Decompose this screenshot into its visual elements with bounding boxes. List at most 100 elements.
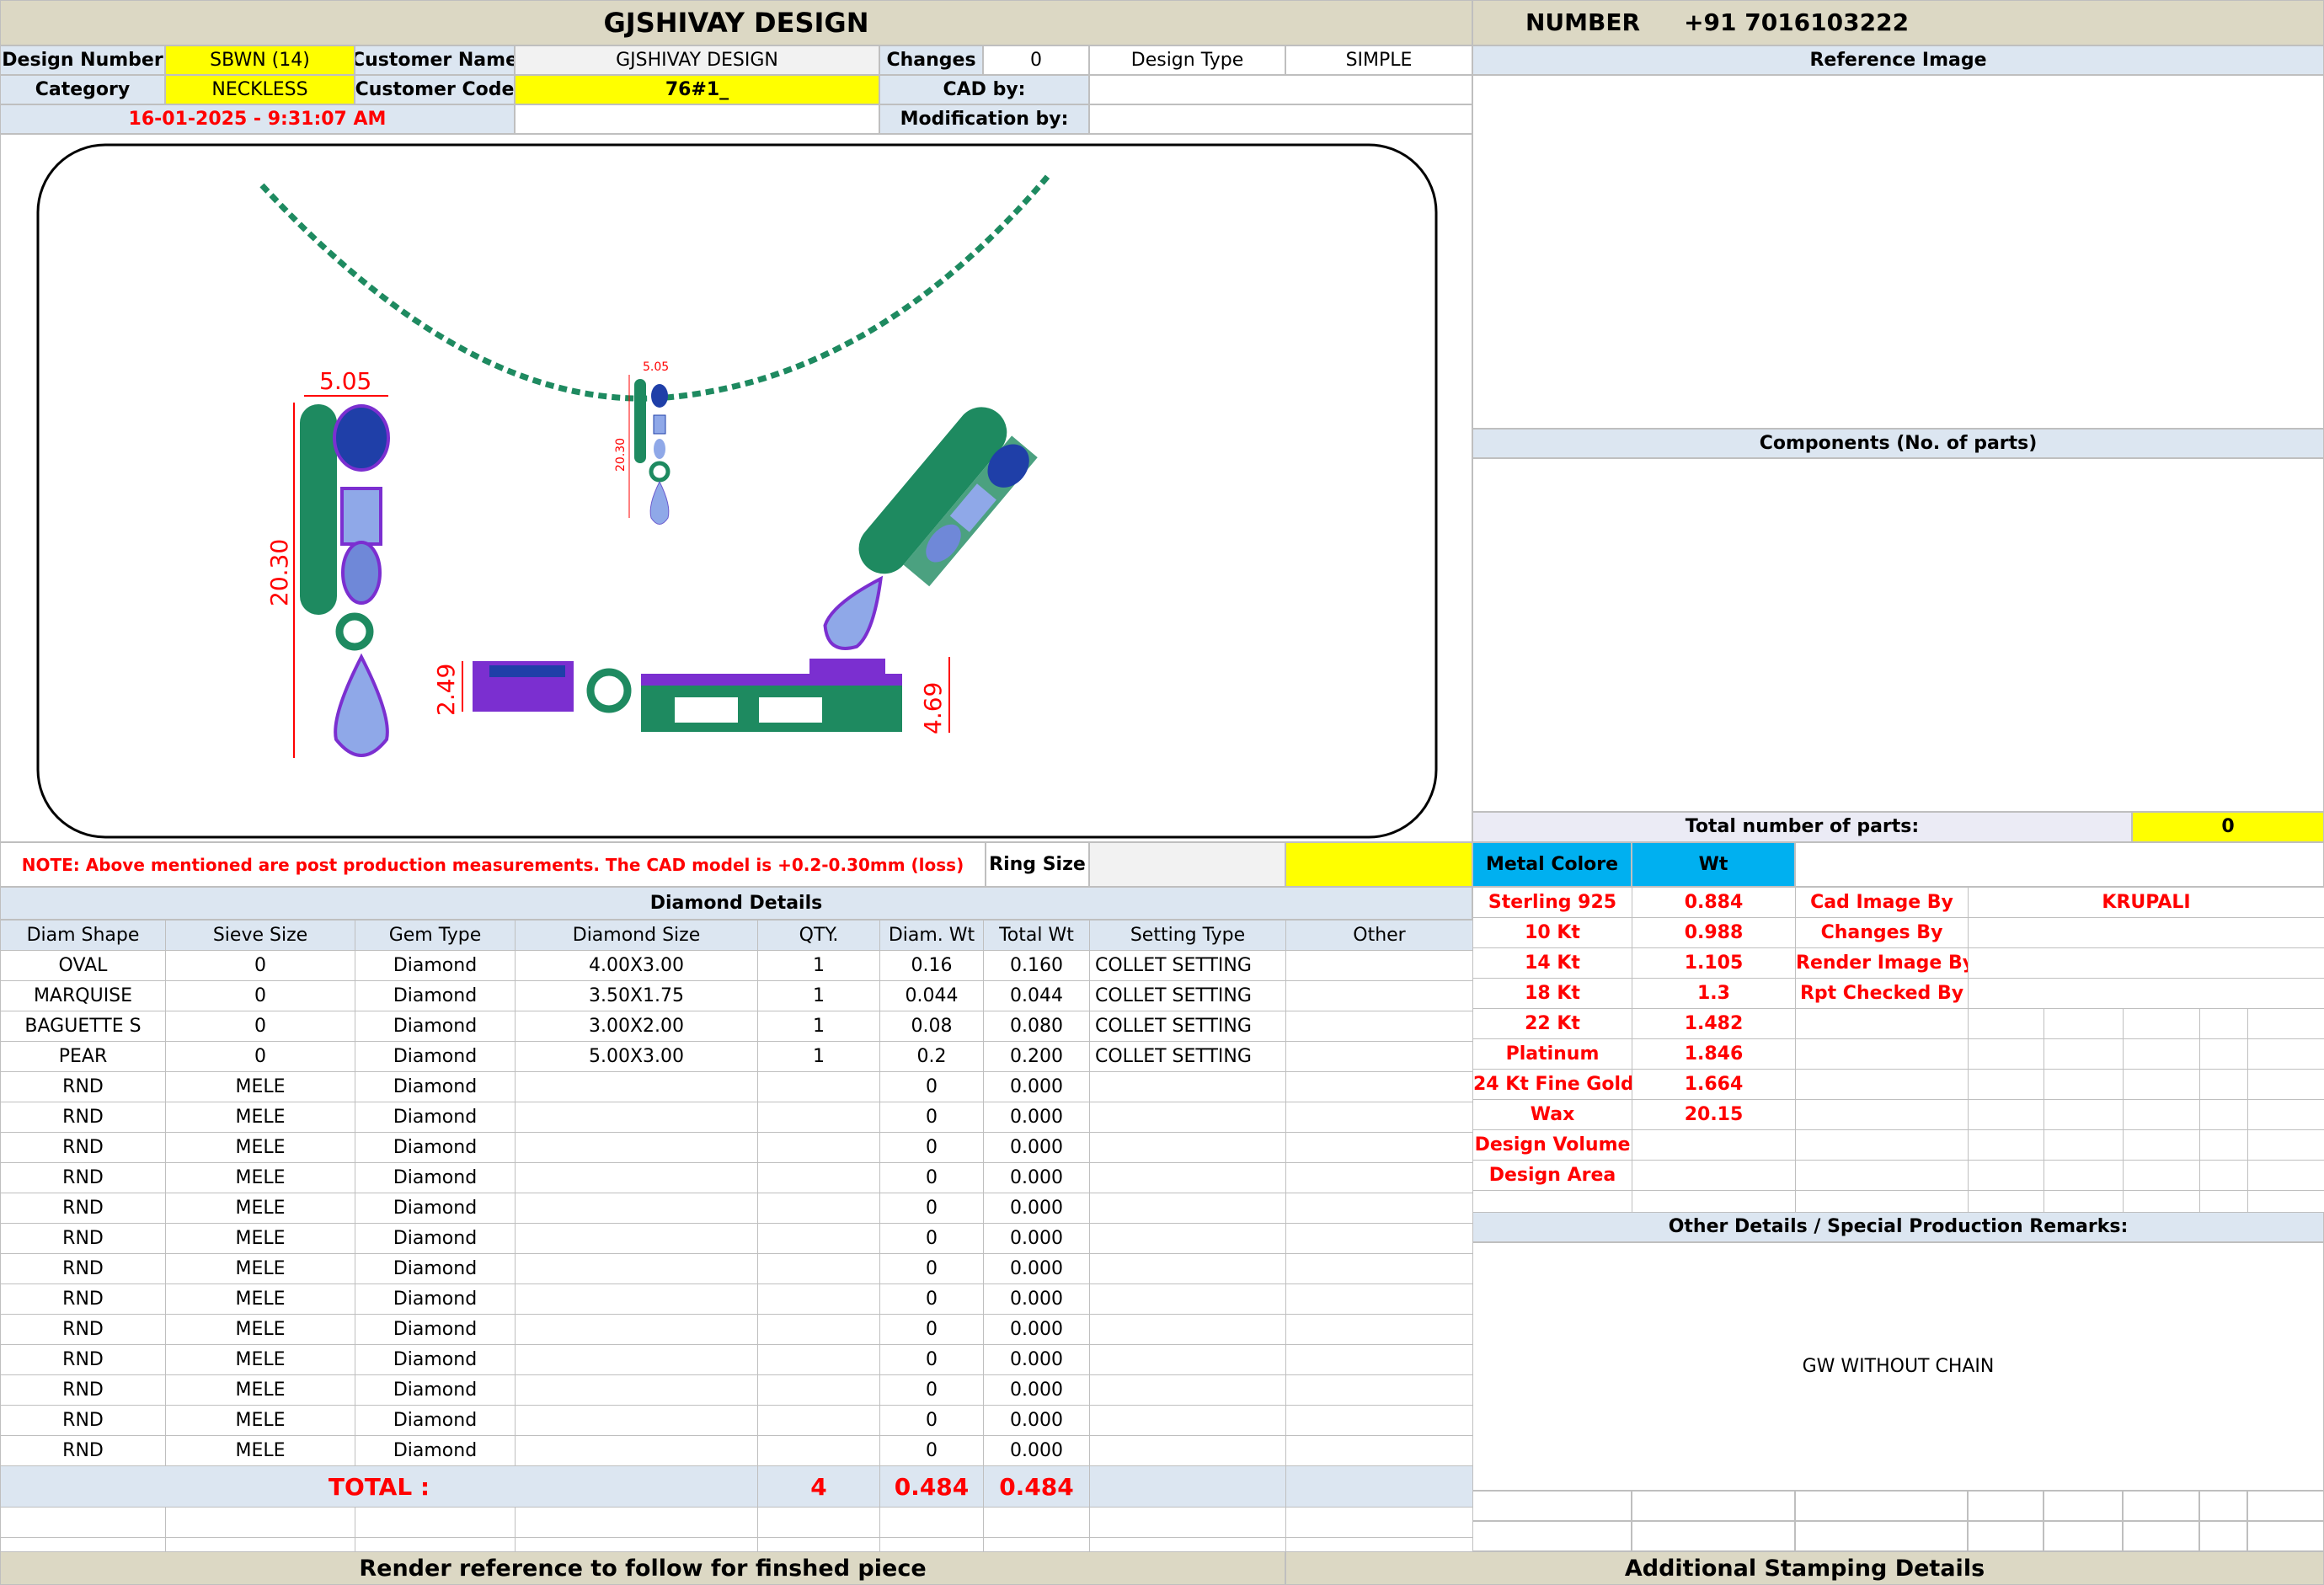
diamond-cell[interactable] [1089,1314,1286,1345]
diamond-cell[interactable]: Diamond [355,1071,516,1102]
diamond-cell[interactable]: 0.000 [983,1132,1090,1163]
diamond-cell[interactable] [1285,1041,1473,1072]
diamond-cell[interactable] [757,1193,880,1224]
diamond-cell[interactable]: MELE [165,1223,355,1254]
diamond-cell[interactable]: RND [0,1344,166,1375]
diamond-cell[interactable] [1285,1253,1473,1284]
diamond-cell[interactable]: Diamond [355,1435,516,1466]
credit-value[interactable] [1967,947,2324,979]
diamond-cell[interactable] [757,1344,880,1375]
diamond-cell[interactable]: MELE [165,1374,355,1406]
diamond-cell[interactable] [1089,1435,1286,1466]
diamond-cell[interactable] [1285,1283,1473,1315]
diamond-cell[interactable]: Diamond [355,1162,516,1193]
diamond-cell[interactable] [1285,1314,1473,1345]
diamond-cell[interactable]: RND [0,1162,166,1193]
credit-value[interactable]: KRUPALI [1967,887,2324,918]
diamond-cell[interactable] [515,1071,758,1102]
diamond-cell[interactable]: 0.08 [879,1011,984,1042]
diamond-cell[interactable]: RND [0,1405,166,1436]
diamond-cell[interactable]: Diamond [355,1102,516,1133]
diamond-cell[interactable]: OVAL [0,950,166,981]
diamond-cell[interactable]: RND [0,1193,166,1224]
diamond-cell[interactable] [1089,1102,1286,1133]
diamond-cell[interactable] [1285,1193,1473,1224]
diamond-cell[interactable]: Diamond [355,1041,516,1072]
credit-value[interactable] [1967,978,2324,1009]
diamond-cell[interactable]: RND [0,1253,166,1284]
ring-size-extra[interactable] [1285,842,1472,887]
diamond-cell[interactable]: PEAR [0,1041,166,1072]
diamond-cell[interactable]: COLLET SETTING [1089,1041,1286,1072]
diamond-cell[interactable]: 0 [879,1162,984,1193]
diamond-cell[interactable] [515,1162,758,1193]
diamond-cell[interactable] [757,1405,880,1436]
diamond-cell[interactable]: 4.00X3.00 [515,950,758,981]
diamond-cell[interactable]: 0 [879,1223,984,1254]
diamond-cell[interactable]: RND [0,1102,166,1133]
diamond-cell[interactable] [1285,950,1473,981]
diamond-cell[interactable]: 1 [757,950,880,981]
diamond-cell[interactable]: 0.000 [983,1162,1090,1193]
diamond-cell[interactable]: Diamond [355,1374,516,1406]
diamond-cell[interactable]: MELE [165,1283,355,1315]
diamond-cell[interactable]: 1 [757,1041,880,1072]
diamond-cell[interactable] [1089,1405,1286,1436]
diamond-cell[interactable]: 0 [879,1193,984,1224]
diamond-cell[interactable]: 0.000 [983,1283,1090,1315]
diamond-cell[interactable] [757,1223,880,1254]
diamond-cell[interactable]: 1 [757,1011,880,1042]
diamond-cell[interactable]: 0.044 [983,980,1090,1011]
diamond-cell[interactable]: 0 [879,1253,984,1284]
diamond-cell[interactable]: 0.200 [983,1041,1090,1072]
diamond-cell[interactable] [1285,1132,1473,1163]
diamond-cell[interactable]: 0 [879,1314,984,1345]
diamond-cell[interactable]: RND [0,1435,166,1466]
diamond-cell[interactable]: 0.000 [983,1314,1090,1345]
diamond-cell[interactable]: 0 [879,1405,984,1436]
diamond-cell[interactable] [757,1102,880,1133]
diamond-cell[interactable] [757,1162,880,1193]
diamond-cell[interactable]: MELE [165,1314,355,1345]
diamond-cell[interactable]: 0 [879,1102,984,1133]
diamond-cell[interactable]: 0.2 [879,1041,984,1072]
diamond-cell[interactable] [515,1435,758,1466]
diamond-cell[interactable]: Diamond [355,1405,516,1436]
diamond-cell[interactable] [1285,1102,1473,1133]
diamond-cell[interactable]: RND [0,1223,166,1254]
diamond-cell[interactable] [1089,1344,1286,1375]
diamond-cell[interactable] [1285,1011,1473,1042]
diamond-cell[interactable]: 0.16 [879,950,984,981]
diamond-cell[interactable] [1285,980,1473,1011]
diamond-cell[interactable]: 0 [879,1344,984,1375]
diamond-cell[interactable] [1089,1223,1286,1254]
diamond-cell[interactable]: Diamond [355,1314,516,1345]
diamond-cell[interactable]: COLLET SETTING [1089,980,1286,1011]
diamond-cell[interactable] [1089,1132,1286,1163]
diamond-cell[interactable]: MARQUISE [0,980,166,1011]
diamond-cell[interactable] [757,1374,880,1406]
diamond-cell[interactable]: MELE [165,1253,355,1284]
diamond-cell[interactable]: MELE [165,1435,355,1466]
diamond-cell[interactable] [1285,1162,1473,1193]
diamond-cell[interactable] [1285,1344,1473,1375]
diamond-cell[interactable]: 0 [165,980,355,1011]
diamond-cell[interactable]: Diamond [355,950,516,981]
cad-by-value[interactable] [1089,75,1472,104]
diamond-cell[interactable]: 0 [879,1283,984,1315]
diamond-cell[interactable] [1089,1283,1286,1315]
diamond-cell[interactable]: MELE [165,1193,355,1224]
diamond-cell[interactable]: RND [0,1132,166,1163]
diamond-cell[interactable] [1089,1071,1286,1102]
diamond-cell[interactable]: RND [0,1314,166,1345]
diamond-cell[interactable]: 0 [165,1011,355,1042]
diamond-cell[interactable] [1285,1405,1473,1436]
diamond-cell[interactable]: 0 [879,1132,984,1163]
diamond-cell[interactable]: 0.080 [983,1011,1090,1042]
diamond-cell[interactable]: 1 [757,980,880,1011]
diamond-cell[interactable] [515,1253,758,1284]
diamond-cell[interactable]: Diamond [355,1011,516,1042]
diamond-cell[interactable]: COLLET SETTING [1089,1011,1286,1042]
diamond-cell[interactable] [757,1071,880,1102]
diamond-cell[interactable] [515,1193,758,1224]
